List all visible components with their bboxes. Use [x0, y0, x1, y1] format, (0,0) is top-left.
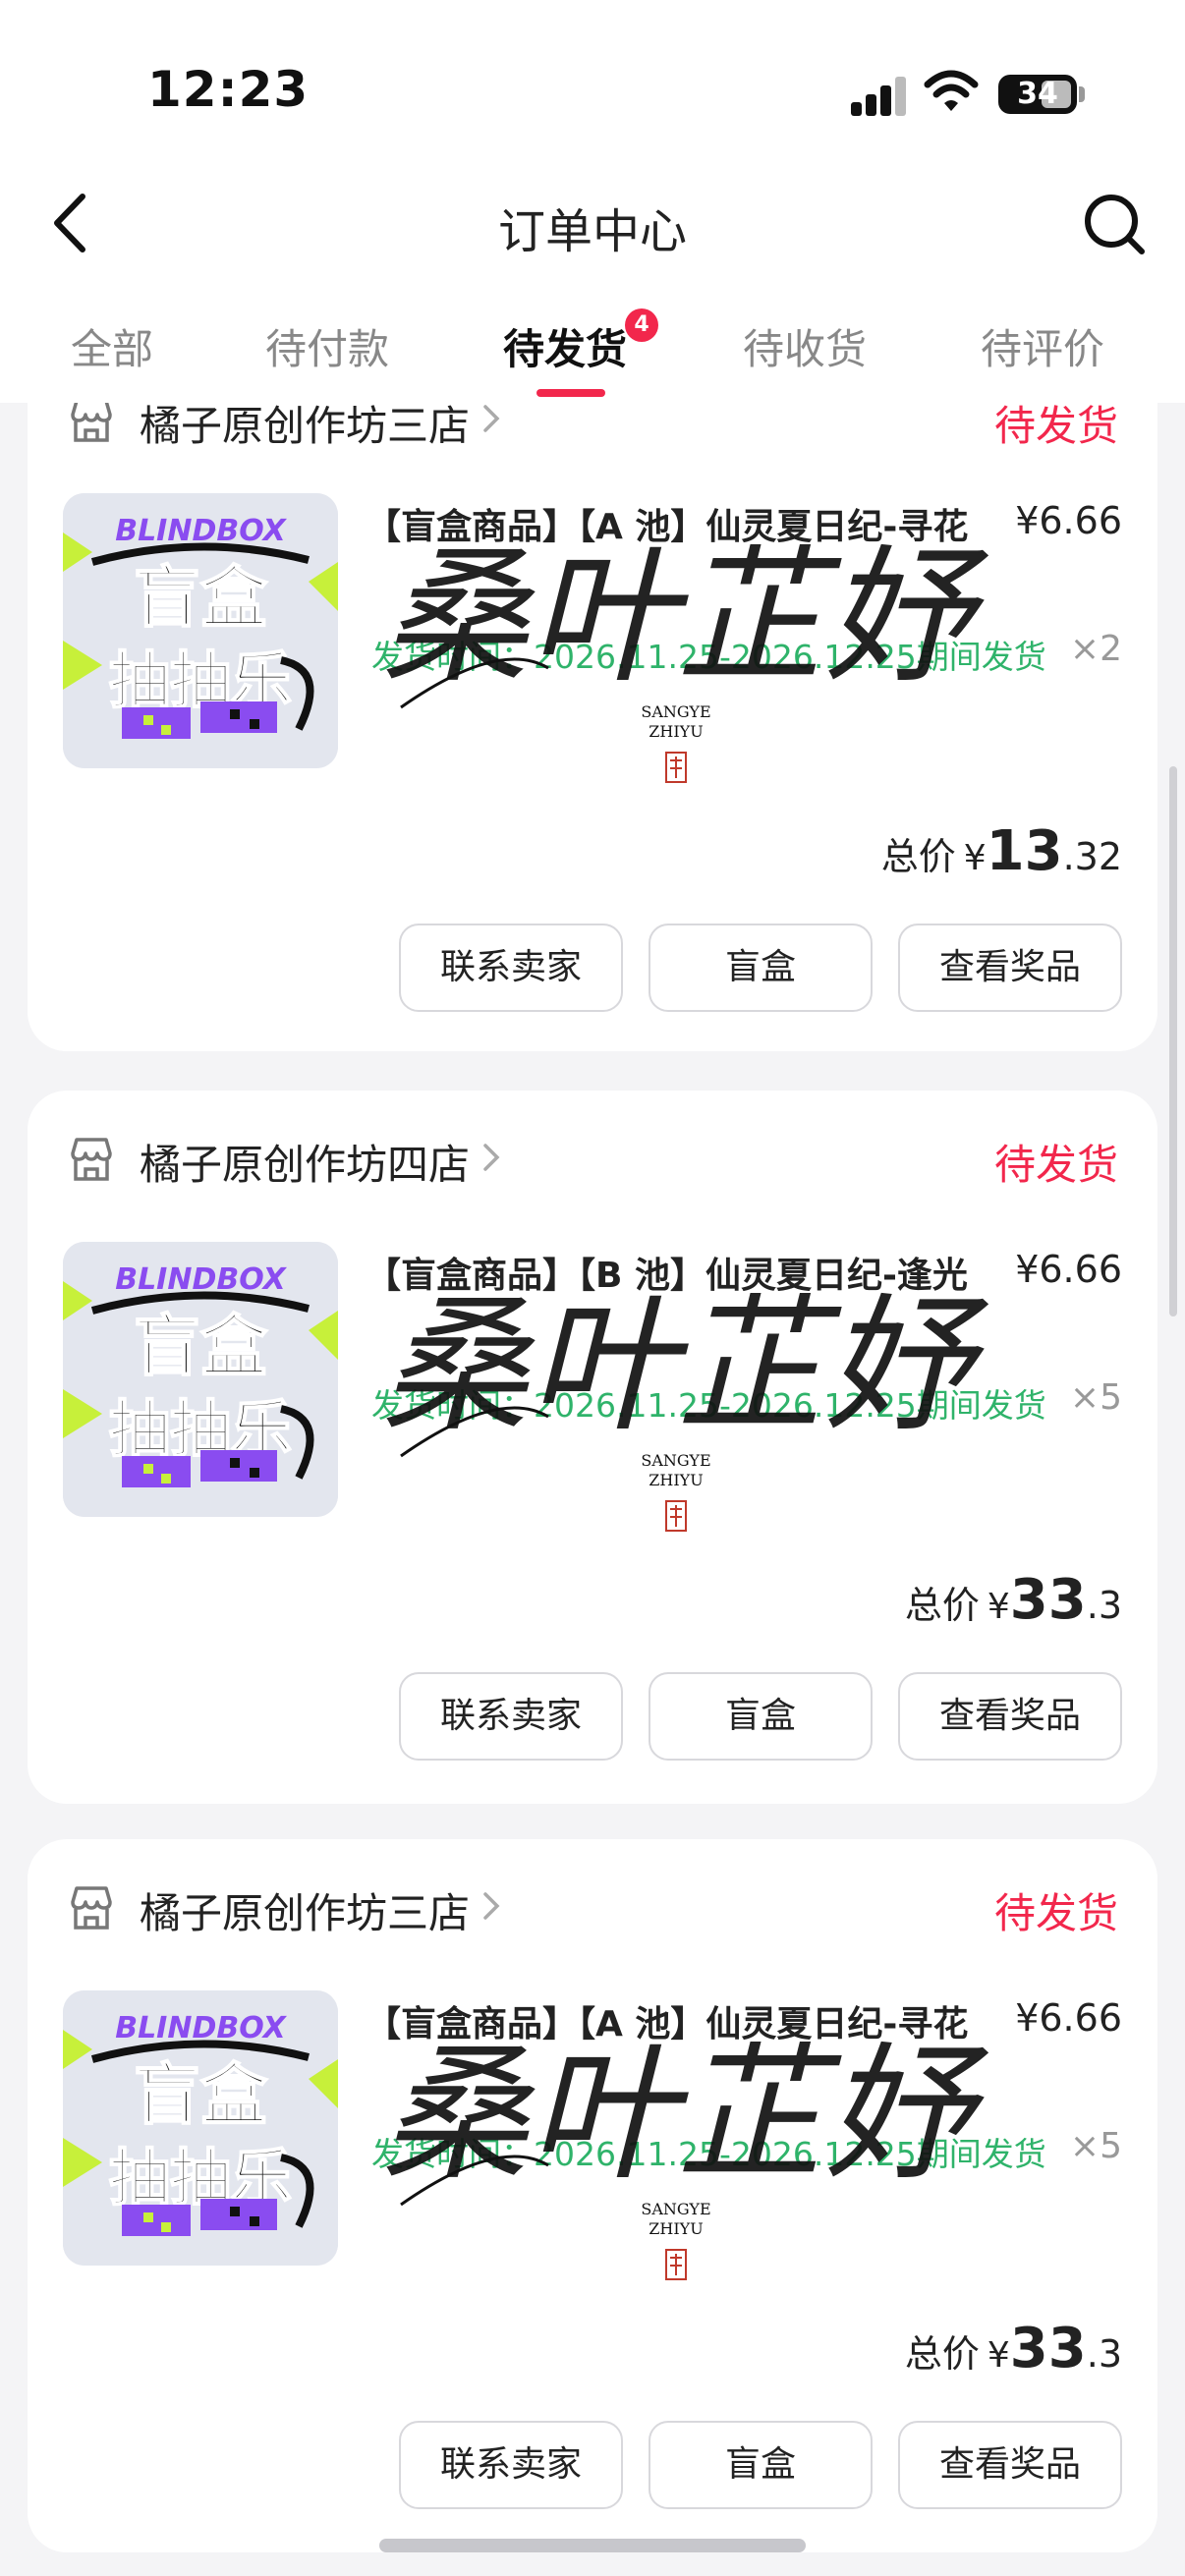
total-decimal: .3 — [1086, 1584, 1122, 1627]
unit-price: ¥6.66 — [1015, 499, 1122, 542]
order-card[interactable]: 橘子原创作坊三店 待发货 BLINDBOX 盲盒 抽抽乐 【盲盒商品】【A 池】… — [28, 1839, 1157, 2552]
watermark-latin-1: SANGYE — [641, 702, 710, 721]
product-image[interactable]: BLINDBOX 盲盒 抽抽乐 — [63, 493, 338, 768]
order-total: 总价 ¥13.32 — [881, 819, 1122, 883]
contact-seller-button[interactable]: 联系卖家 — [399, 1672, 623, 1761]
product-title[interactable]: 【盲盒商品】【B 池】仙灵夏日纪-逢光 — [366, 1250, 975, 1303]
total-currency: ¥ — [963, 838, 987, 878]
order-total: 总价 ¥33.3 — [905, 2317, 1122, 2380]
status-bar: 12:23 34 — [0, 0, 1185, 167]
home-indicator[interactable] — [379, 2539, 806, 2552]
total-label: 总价 — [904, 1584, 980, 1627]
status-time: 12:23 — [147, 61, 310, 118]
shop-name[interactable]: 橘子原创作坊三店 — [140, 1880, 470, 1940]
watermark-latin-1: SANGYE — [641, 1451, 710, 1470]
chevron-right-icon — [483, 1892, 500, 1920]
tab-count-badge: 4 — [625, 308, 658, 342]
cellular-signal-icon — [851, 77, 908, 116]
page-title: 订单中心 — [497, 204, 687, 259]
product-text-line1: 盲盒 — [134, 560, 268, 638]
order-center-page: 12:23 34 订单中心 全部 待付款 待发货 — [0, 0, 1185, 2576]
view-prizes-button[interactable]: 查看奖品 — [898, 1672, 1122, 1761]
blind-box-button[interactable]: 盲盒 — [649, 1672, 873, 1761]
scrollbar[interactable] — [1169, 766, 1177, 1316]
quantity: ×5 — [1069, 2126, 1122, 2166]
view-prizes-button[interactable]: 查看奖品 — [898, 924, 1122, 1012]
watermark-latin-2: ZHIYU — [649, 2219, 703, 2238]
search-icon[interactable] — [1079, 189, 1150, 259]
total-integer: 33 — [1009, 2317, 1087, 2380]
store-icon — [71, 399, 112, 442]
store-icon — [71, 1886, 112, 1930]
total-integer: 33 — [1009, 1568, 1087, 1632]
nav-bar: 订单中心 — [0, 167, 1185, 295]
active-tab-indicator — [536, 389, 605, 397]
contact-seller-button[interactable]: 联系卖家 — [399, 924, 623, 1012]
watermark-latin-2: ZHIYU — [649, 1471, 703, 1489]
tab-all[interactable]: 全部 — [71, 316, 153, 376]
chevron-right-icon — [483, 1144, 500, 1171]
total-decimal: .32 — [1062, 835, 1122, 878]
tab-pending-shipment[interactable]: 待发货 — [503, 316, 627, 376]
contact-seller-button[interactable]: 联系卖家 — [399, 2421, 623, 2509]
battery-level: 34 — [1017, 77, 1058, 111]
tab-pending-payment[interactable]: 待付款 — [265, 316, 389, 376]
tab-pending-review[interactable]: 待评价 — [981, 316, 1104, 376]
product-title[interactable]: 【盲盒商品】【A 池】仙灵夏日纪-寻花 — [366, 1998, 975, 2051]
total-label: 总价 — [904, 2332, 980, 2376]
shop-row[interactable]: 橘子原创作坊三店 待发货 — [67, 1880, 1118, 1939]
order-status: 待发货 — [993, 1141, 1118, 1189]
battery-icon: 34 — [998, 75, 1077, 114]
product-text-line1: 盲盒 — [134, 2057, 268, 2135]
shop-name[interactable]: 橘子原创作坊四店 — [140, 1132, 470, 1192]
chevron-right-icon — [483, 405, 500, 432]
view-prizes-button[interactable]: 查看奖品 — [898, 2421, 1122, 2509]
ship-time: 发货时间：2026.11.25-2026.12.25期间发货 — [371, 1386, 1046, 1425]
watermark-latin-2: ZHIYU — [649, 722, 703, 741]
tab-pending-receipt[interactable]: 待收货 — [743, 316, 867, 376]
order-total: 总价 ¥33.3 — [905, 1568, 1122, 1632]
order-status: 待发货 — [993, 1889, 1118, 1937]
blind-box-button[interactable]: 盲盒 — [649, 2421, 873, 2509]
quantity: ×5 — [1069, 1377, 1122, 1418]
total-decimal: .3 — [1086, 2332, 1122, 2376]
total-currency: ¥ — [987, 2335, 1010, 2376]
total-label: 总价 — [880, 835, 956, 878]
quantity: ×2 — [1069, 629, 1122, 669]
product-text-line1: 盲盒 — [134, 1309, 268, 1386]
order-tabs-overlay: 全部 待付款 待发货 4 待收货 待评价 — [0, 295, 1185, 403]
product-image[interactable]: BLINDBOX 盲盒 抽抽乐 — [63, 1242, 338, 1517]
total-currency: ¥ — [987, 1587, 1010, 1627]
wifi-icon — [924, 70, 979, 111]
order-card[interactable]: 橘子原创作坊三店 待发货 BLINDBOX 盲盒 抽抽乐 【盲盒商品】【A 池】… — [28, 324, 1157, 1051]
product-title[interactable]: 【盲盒商品】【A 池】仙灵夏日纪-寻花 — [366, 501, 975, 554]
ship-time: 发货时间：2026.11.25-2026.12.25期间发货 — [371, 2135, 1046, 2173]
ship-time: 发货时间：2026.11.25-2026.12.25期间发货 — [371, 638, 1046, 676]
unit-price: ¥6.66 — [1015, 1996, 1122, 2040]
store-icon — [71, 1138, 112, 1181]
watermark-latin-1: SANGYE — [641, 2200, 710, 2218]
order-card[interactable]: 橘子原创作坊四店 待发货 BLINDBOX 盲盒 抽抽乐 【盲盒商品】【B 池】… — [28, 1091, 1157, 1804]
total-integer: 13 — [986, 819, 1063, 883]
product-image[interactable]: BLINDBOX 盲盒 抽抽乐 — [63, 1990, 338, 2266]
shop-row[interactable]: 橘子原创作坊四店 待发货 — [67, 1132, 1118, 1191]
blind-box-button[interactable]: 盲盒 — [649, 924, 873, 1012]
battery-tip — [1079, 86, 1085, 102]
unit-price: ¥6.66 — [1015, 1248, 1122, 1291]
